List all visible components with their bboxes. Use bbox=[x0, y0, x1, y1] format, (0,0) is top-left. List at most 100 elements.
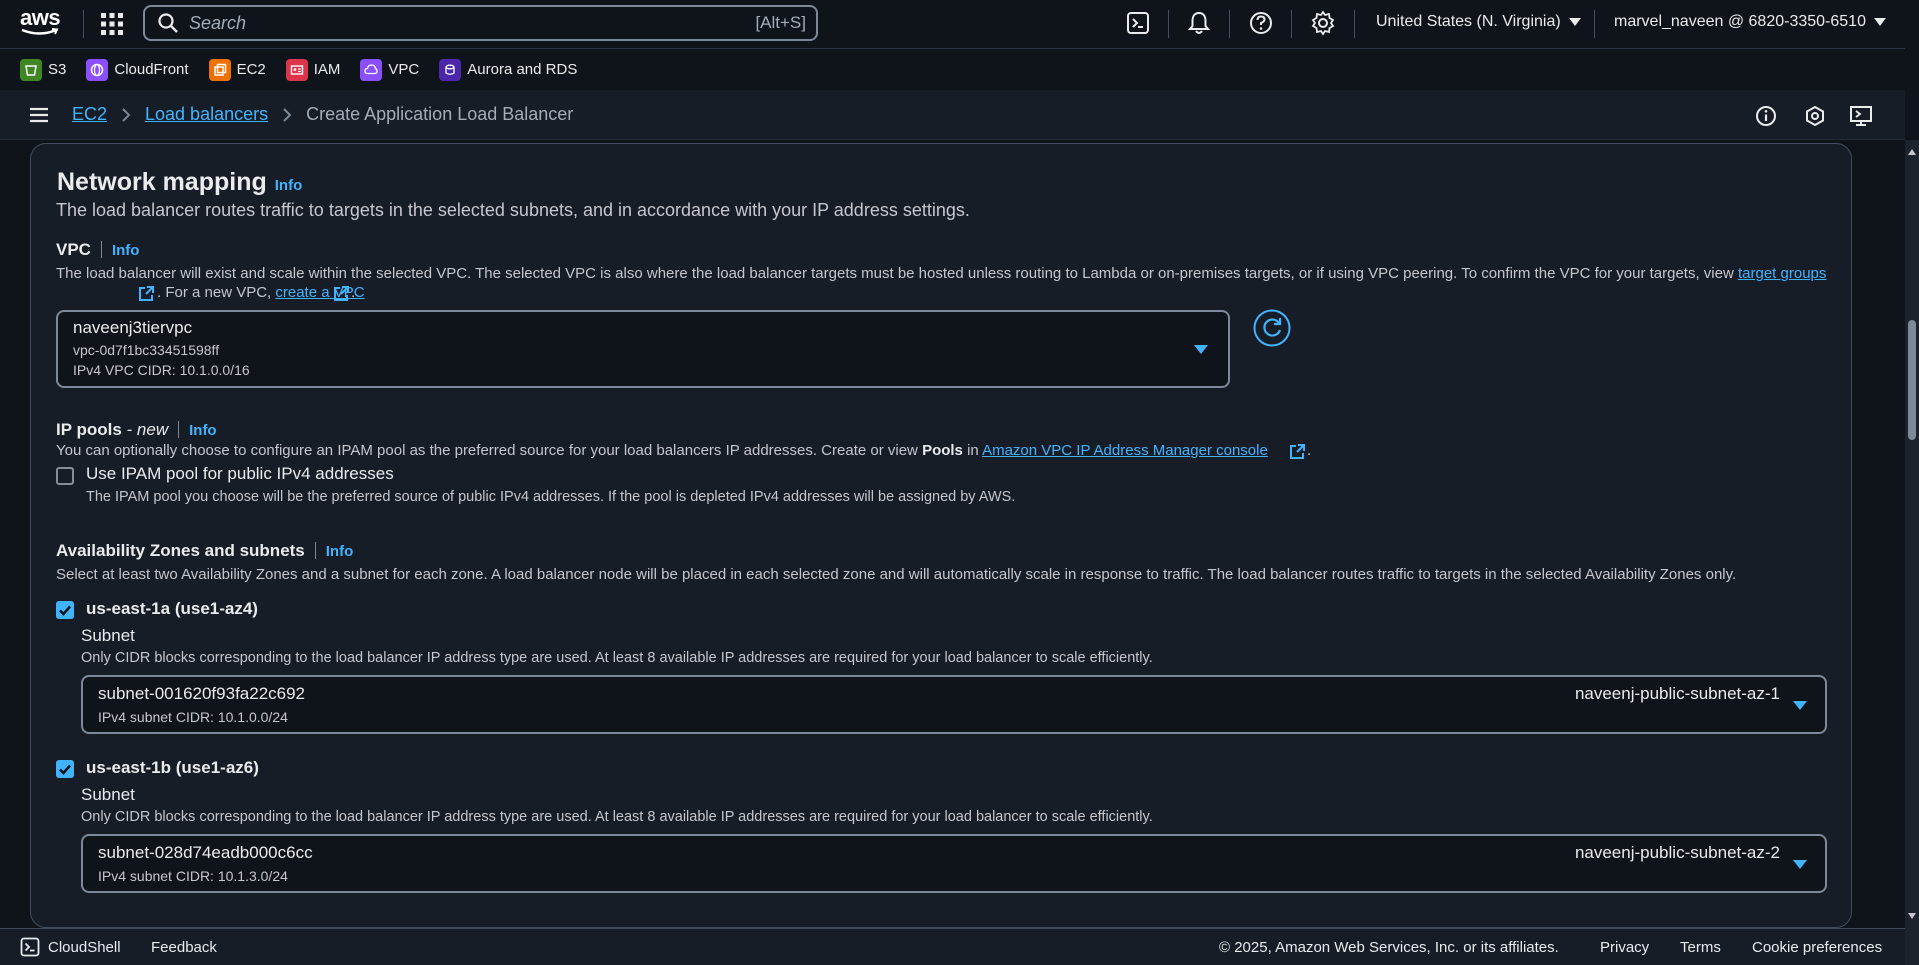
divider bbox=[1291, 10, 1292, 38]
ip-pools-desc-text-2: in bbox=[962, 442, 983, 459]
favorite-ec2[interactable]: EC2 bbox=[208, 58, 266, 81]
pools-bold: Pools bbox=[922, 442, 963, 459]
divider bbox=[1594, 10, 1595, 38]
notifications-bell-icon[interactable] bbox=[1186, 10, 1212, 36]
vpc-desc-text: The load balancer will exist and scale w… bbox=[56, 265, 1738, 282]
az-label-row: Availability Zones and subnets Info bbox=[56, 541, 353, 561]
feedback-hexagon-icon[interactable] bbox=[1803, 104, 1827, 128]
az-checkbox-us-east-1b[interactable] bbox=[56, 760, 74, 778]
s3-icon bbox=[20, 58, 42, 81]
cloudshell-button[interactable]: CloudShell bbox=[20, 937, 121, 957]
settings-gear-icon[interactable] bbox=[1310, 10, 1336, 36]
vpc-selected-id: vpc-0d7f1bc33451598ff bbox=[73, 342, 220, 358]
region-label: United States (N. Virginia) bbox=[1376, 13, 1561, 30]
cookie-preferences-link[interactable]: Cookie preferences bbox=[1752, 939, 1882, 956]
breadcrumb-link-ec2[interactable]: EC2 bbox=[72, 104, 107, 125]
search-icon bbox=[157, 12, 179, 34]
refresh-button[interactable] bbox=[1253, 309, 1291, 347]
help-icon[interactable] bbox=[1248, 10, 1274, 36]
divider bbox=[1168, 10, 1169, 38]
az-name-us-east-1b: us-east-1b (use1-az6) bbox=[86, 758, 259, 777]
subnet-select-us-east-1b[interactable]: subnet-028d74eadb000c6cc IPv4 subnet CID… bbox=[81, 834, 1827, 893]
caret-down-icon bbox=[1793, 701, 1807, 710]
vpc-icon bbox=[360, 58, 383, 81]
info-icon[interactable] bbox=[1754, 104, 1778, 128]
breadcrumb-bar: EC2 Load balancers Create Application Lo… bbox=[0, 90, 1905, 140]
favorite-label: Aurora and RDS bbox=[467, 61, 578, 78]
az-name-us-east-1a: us-east-1a (use1-az4) bbox=[86, 599, 258, 618]
subnet-name: naveenj-public-subnet-az-2 bbox=[1574, 843, 1780, 862]
breadcrumb-link-load-balancers[interactable]: Load balancers bbox=[145, 104, 268, 125]
page-scrollbar[interactable] bbox=[1905, 140, 1919, 965]
cloudfront-icon bbox=[86, 58, 109, 81]
ip-pools-info-link[interactable]: Info bbox=[189, 422, 217, 439]
section-title: Network mapping Info bbox=[57, 168, 302, 197]
account-menu[interactable]: marvel_naveen @ 6820-3350-6510 bbox=[1614, 13, 1886, 31]
terms-link[interactable]: Terms bbox=[1680, 939, 1721, 956]
top-navigation: aws Search [Alt+S] United States (N. Vir… bbox=[0, 0, 1919, 48]
ip-pools-label: IP pools bbox=[56, 420, 122, 439]
az-info-link[interactable]: Info bbox=[326, 543, 354, 560]
caret-down-icon bbox=[1194, 345, 1208, 354]
refresh-icon bbox=[1253, 309, 1291, 347]
privacy-link[interactable]: Privacy bbox=[1600, 939, 1649, 956]
vpc-label-row: VPC Info bbox=[56, 240, 139, 260]
ipam-pool-checkbox[interactable] bbox=[56, 467, 74, 485]
favorite-label: S3 bbox=[48, 61, 67, 78]
vpc-selected-name: naveenj3tiervpc bbox=[73, 318, 193, 337]
check-icon bbox=[59, 605, 71, 616]
scroll-down-icon[interactable] bbox=[1907, 912, 1917, 920]
ipam-pool-checkbox-label[interactable]: Use IPAM pool for public IPv4 addresses bbox=[86, 464, 394, 484]
vpc-desc-end: . bbox=[351, 284, 356, 301]
favorite-vpc[interactable]: VPC bbox=[360, 58, 420, 81]
search-shortcut: [Alt+S] bbox=[755, 13, 806, 32]
ip-pools-desc-text: You can optionally choose to configure a… bbox=[56, 442, 923, 459]
menu-hamburger-icon[interactable] bbox=[28, 104, 50, 126]
iam-icon bbox=[285, 58, 308, 81]
favorite-label: IAM bbox=[313, 61, 341, 78]
favorite-s3[interactable]: S3 bbox=[20, 58, 67, 81]
vpc-select[interactable]: naveenj3tiervpc vpc-0d7f1bc33451598ff IP… bbox=[56, 310, 1230, 388]
favorite-iam[interactable]: IAM bbox=[285, 58, 341, 81]
favorite-cloudfront[interactable]: CloudFront bbox=[86, 58, 189, 81]
rds-icon bbox=[439, 58, 462, 81]
tutorial-panel-icon[interactable] bbox=[1849, 104, 1873, 128]
region-selector[interactable]: United States (N. Virginia) bbox=[1376, 13, 1581, 31]
ip-pools-description: You can optionally choose to configure a… bbox=[56, 442, 1268, 459]
scrollbar-thumb[interactable] bbox=[1908, 320, 1916, 440]
breadcrumb: EC2 Load balancers Create Application Lo… bbox=[72, 104, 573, 125]
az-description: Select at least two Availability Zones a… bbox=[56, 566, 1737, 583]
az-label: Availability Zones and subnets bbox=[56, 541, 305, 560]
network-mapping-panel: Network mapping Info The load balancer ro… bbox=[30, 143, 1852, 928]
cloudshell-icon[interactable] bbox=[1125, 10, 1151, 36]
target-groups-link[interactable]: target groups bbox=[1738, 265, 1826, 282]
search-input[interactable]: Search [Alt+S] bbox=[143, 5, 818, 41]
aws-logo-text: aws bbox=[20, 5, 61, 30]
subnet-label: Subnet bbox=[81, 626, 135, 645]
ipam-console-link[interactable]: Amazon VPC IP Address Manager console bbox=[982, 442, 1268, 459]
subnet-select-us-east-1a[interactable]: subnet-001620f93fa22c692 IPv4 subnet CID… bbox=[81, 675, 1827, 734]
check-icon bbox=[59, 764, 71, 775]
subnet-cidr: IPv4 subnet CIDR: 10.1.0.0/24 bbox=[98, 709, 288, 725]
services-grid-icon[interactable] bbox=[100, 12, 124, 36]
favorite-label: VPC bbox=[388, 61, 420, 78]
main-content: Network mapping Info The load balancer ro… bbox=[0, 140, 1905, 928]
vpc-label: VPC bbox=[56, 240, 91, 259]
info-link[interactable]: Info bbox=[275, 177, 303, 194]
feedback-link[interactable]: Feedback bbox=[151, 939, 217, 956]
target-groups-link-text-2: groups bbox=[1780, 265, 1827, 282]
az-checkbox-us-east-1a[interactable] bbox=[56, 601, 74, 619]
subnet-label: Subnet bbox=[81, 785, 135, 804]
vpc-info-link[interactable]: Info bbox=[112, 242, 140, 259]
favorite-aurora-rds[interactable]: Aurora and RDS bbox=[439, 58, 578, 81]
chevron-right-icon bbox=[283, 107, 292, 122]
subnet-id: subnet-001620f93fa22c692 bbox=[98, 684, 306, 703]
divider bbox=[1354, 10, 1355, 38]
aws-logo[interactable]: aws bbox=[20, 5, 62, 38]
favorite-label: EC2 bbox=[236, 61, 266, 78]
scroll-up-icon[interactable] bbox=[1907, 148, 1917, 156]
divider bbox=[1229, 10, 1230, 38]
caret-down-icon bbox=[1873, 18, 1886, 26]
subnet-name: naveenj-public-subnet-az-1 bbox=[1574, 684, 1780, 703]
cloudshell-icon bbox=[20, 937, 40, 957]
